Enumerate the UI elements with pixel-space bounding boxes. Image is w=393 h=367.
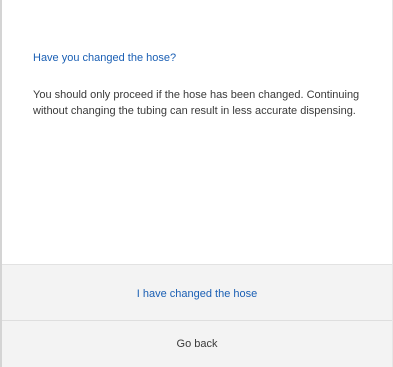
dialog-title: Have you changed the hose?	[33, 52, 177, 64]
dialog-message: You should only proceed if the hose has …	[33, 89, 360, 117]
go-back-button[interactable]: Go back	[2, 321, 392, 367]
dialog-button-area: I have changed the hose Go back	[2, 264, 392, 367]
confirmation-dialog: Have you changed the hose? You should on…	[0, 0, 393, 367]
confirm-hose-changed-button[interactable]: I have changed the hose	[2, 265, 392, 320]
